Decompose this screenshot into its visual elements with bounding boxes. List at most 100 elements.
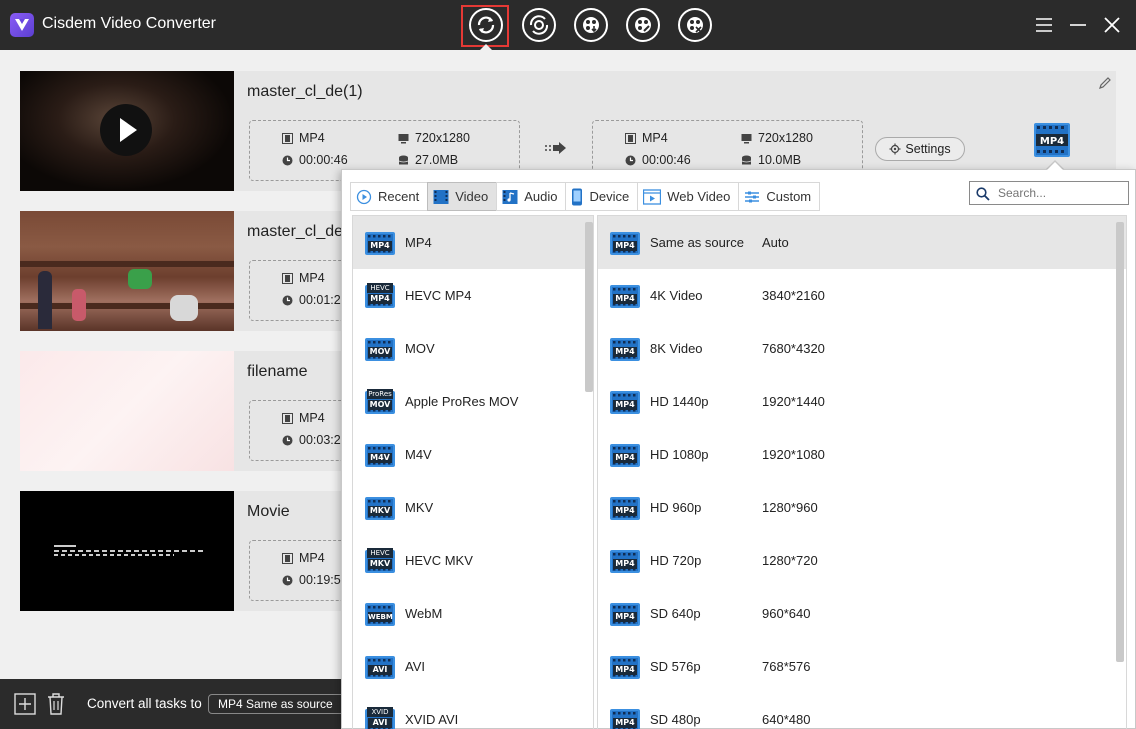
mp4-format-icon: MP4 <box>610 336 640 362</box>
preset-item[interactable]: MP4 HD 720p 1280*720 <box>598 534 1126 587</box>
mp4-format-icon: MP4 <box>610 283 640 309</box>
source-format: MP4 <box>282 131 325 145</box>
storage-icon <box>741 155 752 164</box>
avi-format-icon: AVI <box>365 654 395 680</box>
mp4-format-icon: MP4 <box>365 230 395 256</box>
play-icon[interactable] <box>100 104 152 156</box>
video-thumbnail[interactable] <box>20 351 234 471</box>
preset-item[interactable]: MP4 HD 1080p 1920*1080 <box>598 428 1126 481</box>
preset-item[interactable]: MP4 SD 480p 640*480 <box>598 693 1126 729</box>
source-duration: 00:19:5 <box>282 573 341 587</box>
format-list: MP4 MP4 HEVC MP4 HEVC MP4 MOV MOV ProRes M… <box>352 215 594 729</box>
mp4-format-icon: MP4 <box>610 548 640 574</box>
mp4-format-icon: MP4 <box>610 230 640 256</box>
tab-device[interactable]: Device <box>565 182 638 211</box>
preset-item[interactable]: MP4 4K Video 3840*2160 <box>598 269 1126 322</box>
film-icon <box>625 132 636 144</box>
source-duration: 00:01:2 <box>282 293 341 307</box>
app-logo-icon <box>10 13 34 37</box>
film-icon <box>433 189 449 204</box>
preset-item[interactable]: MP4 HD 1440p 1920*1440 <box>598 375 1126 428</box>
preset-list: MP4 Same as source Auto MP4 4K Video 384… <box>597 215 1127 729</box>
output-duration: 00:00:46 <box>625 153 691 167</box>
output-format-badge[interactable]: MP4 <box>1033 121 1071 164</box>
edit-video-icon[interactable] <box>626 8 660 42</box>
minimize-icon[interactable] <box>1065 12 1091 38</box>
m4v-format-icon: M4V <box>365 442 395 468</box>
mp4-format-icon: MP4 <box>610 707 640 729</box>
xvid-avi-format-icon: XVID AVI <box>365 706 395 729</box>
format-item-avi[interactable]: AVI AVI <box>353 640 593 693</box>
output-format: MP4 <box>625 131 668 145</box>
preset-list-scrollbar[interactable] <box>1116 222 1124 662</box>
tab-recent[interactable]: Recent <box>350 182 428 211</box>
menu-icon[interactable] <box>1031 12 1057 38</box>
format-popup: Recent Video Audio Device Web Video Cust… <box>341 162 1136 729</box>
tab-custom[interactable]: Custom <box>738 182 821 211</box>
format-item-hevc-mp4[interactable]: HEVC MP4 HEVC MP4 <box>353 269 593 322</box>
task-filename: master_cl_de(1) <box>247 83 363 100</box>
task-filename: filename <box>247 363 308 380</box>
preset-item[interactable]: MP4 SD 576p 768*576 <box>598 640 1126 693</box>
format-item-webm[interactable]: WEBM WebM <box>353 587 593 640</box>
video-thumbnail[interactable] <box>20 491 234 611</box>
web-video-icon <box>643 188 662 205</box>
mp4-format-icon: MP4 <box>610 601 640 627</box>
mp4-format-icon: MP4 <box>610 495 640 521</box>
format-item-m4v[interactable]: M4V M4V <box>353 428 593 481</box>
format-item-apple-prores-mov[interactable]: ProRes MOV Apple ProRes MOV <box>353 375 593 428</box>
convert-all-select[interactable]: MP4 Same as source <box>208 694 348 714</box>
format-item-mkv[interactable]: MKV MKV <box>353 481 593 534</box>
format-item-hevc-mkv[interactable]: HEVC MKV HEVC MKV <box>353 534 593 587</box>
mp4-format-icon: MP4 <box>610 389 640 415</box>
add-file-icon[interactable] <box>14 693 36 720</box>
preset-item[interactable]: MP4 SD 640p 960*640 <box>598 587 1126 640</box>
convert-arrow-icon <box>543 141 567 160</box>
format-item-mp4[interactable]: MP4 MP4 <box>353 216 593 269</box>
film-icon <box>282 272 293 284</box>
source-size: 27.0MB <box>398 153 458 167</box>
video-thumbnail[interactable] <box>20 71 234 191</box>
prores-mov-format-icon: ProRes MOV <box>365 388 395 415</box>
tab-web-video[interactable]: Web Video <box>637 182 739 211</box>
format-item-mov[interactable]: MOV MOV <box>353 322 593 375</box>
monitor-icon <box>398 133 409 143</box>
clock-icon <box>625 155 636 165</box>
clock-icon <box>282 435 293 445</box>
mp4-format-icon: MP4 <box>610 442 640 468</box>
search-box[interactable] <box>969 181 1129 205</box>
settings-button[interactable]: Settings <box>875 137 965 161</box>
film-icon <box>282 412 293 424</box>
rip-dvd-icon[interactable] <box>522 8 556 42</box>
edit-name-icon[interactable] <box>1097 75 1113 96</box>
compress-icon[interactable] <box>678 8 712 42</box>
app-title: Cisdem Video Converter <box>42 15 217 32</box>
close-icon[interactable] <box>1099 12 1125 38</box>
sliders-icon <box>745 191 760 202</box>
tab-audio[interactable]: Audio <box>496 182 566 211</box>
preset-item[interactable]: MP4 Same as source Auto <box>598 216 1126 269</box>
film-icon <box>282 132 293 144</box>
mov-format-icon: MOV <box>365 336 395 362</box>
mp4-format-icon: MP4 <box>610 654 640 680</box>
delete-icon[interactable] <box>45 692 67 721</box>
format-list-scrollbar[interactable] <box>585 222 593 392</box>
tab-video[interactable]: Video <box>427 182 497 211</box>
download-icon[interactable] <box>574 8 608 42</box>
hevc-mp4-format-icon: HEVC MP4 <box>365 282 395 309</box>
search-icon <box>976 187 990 201</box>
task-filename: Movie <box>247 503 290 520</box>
task-filename: master_cl_de <box>247 223 344 240</box>
source-format: MP4 <box>282 271 325 285</box>
search-input[interactable] <box>998 185 1122 201</box>
preset-item[interactable]: MP4 8K Video 7680*4320 <box>598 322 1126 375</box>
film-icon <box>282 552 293 564</box>
convert-all-label: Convert all tasks to <box>87 696 202 711</box>
clock-icon <box>282 155 293 165</box>
phone-icon <box>572 188 583 205</box>
preset-item[interactable]: MP4 HD 960p 1280*960 <box>598 481 1126 534</box>
video-thumbnail[interactable] <box>20 211 234 331</box>
format-item-xvid-avi[interactable]: XVID AVI XVID AVI <box>353 693 593 729</box>
webm-format-icon: WEBM <box>365 601 395 627</box>
source-format: MP4 <box>282 411 325 425</box>
